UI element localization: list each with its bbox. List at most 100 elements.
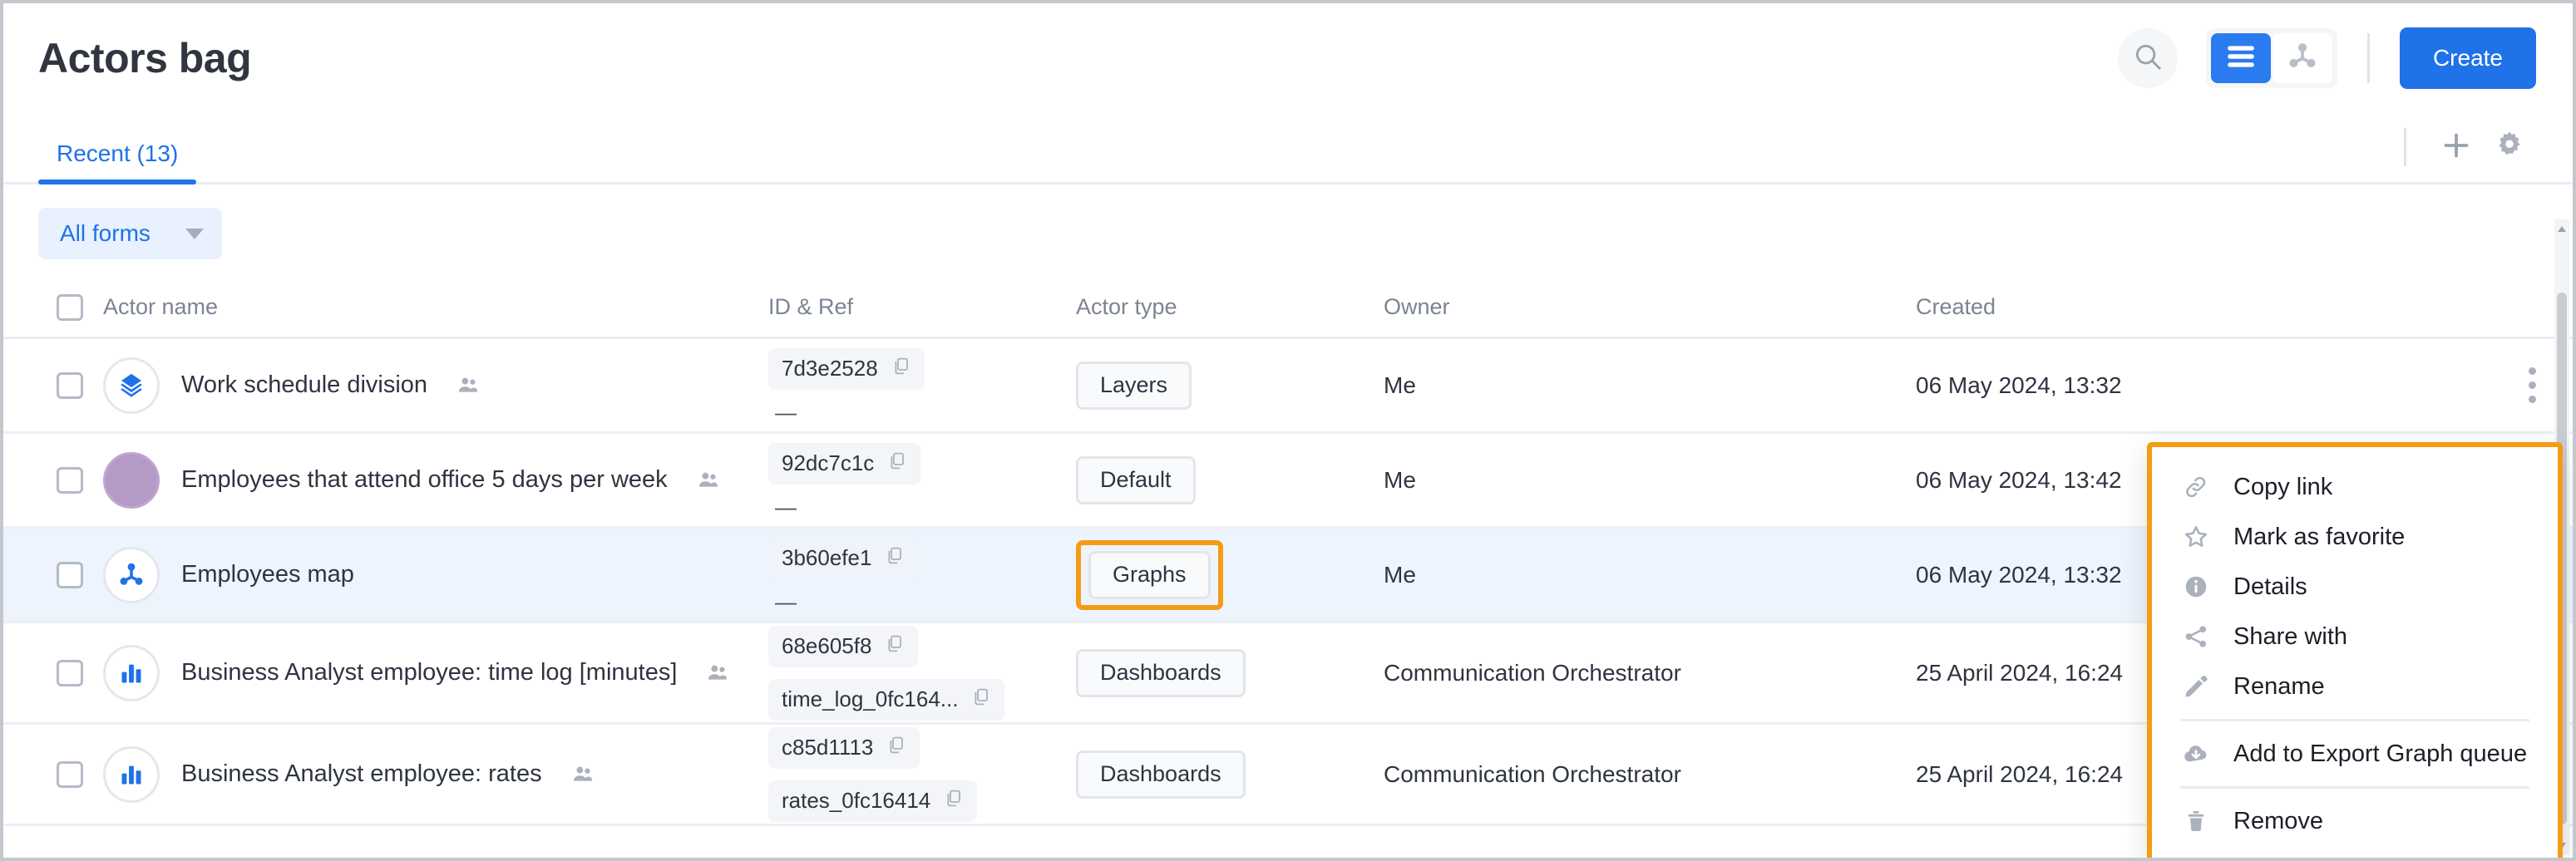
row-owner-cell: Me — [1384, 372, 1916, 399]
col-header-name[interactable]: Actor name — [103, 294, 768, 320]
trash-icon — [2180, 809, 2212, 834]
row-select-cell — [57, 760, 103, 788]
row-select-cell — [57, 561, 103, 588]
context-menu-item-add-to-export-graph-queue[interactable]: Add to Export Graph queue — [2152, 729, 2558, 779]
col-header-type[interactable]: Actor type — [1076, 294, 1384, 320]
row-id-cell: c85d1113 rates_0fc16414 — [768, 726, 1076, 822]
id-chip[interactable]: c85d1113 — [768, 726, 920, 769]
row-checkbox[interactable] — [57, 561, 83, 588]
row-name-label[interactable]: Business Analyst employee: rates — [181, 760, 542, 788]
copy-icon[interactable] — [971, 686, 991, 712]
actor-type-badge[interactable]: Graphs — [1088, 550, 1211, 599]
row-created-label: 25 April 2024, 16:24 — [1916, 659, 2124, 686]
context-menu-separator — [2180, 719, 2529, 721]
ref-placeholder: — — [775, 494, 797, 519]
copy-icon[interactable] — [885, 545, 905, 571]
filter-bar: All forms — [3, 184, 2573, 278]
ref-chip[interactable]: time_log_0fc164... — [768, 678, 1005, 721]
context-menu-item-mark-as-favorite[interactable]: Mark as favorite — [2152, 512, 2558, 562]
shared-users-icon — [572, 764, 594, 785]
page-title: Actors bag — [38, 35, 252, 81]
more-vertical-icon[interactable] — [2529, 367, 2536, 403]
select-all-cell — [57, 293, 103, 321]
context-menu-item-label: Details — [2233, 573, 2307, 600]
context-menu-item-label: Share with — [2233, 622, 2348, 650]
context-menu-item-details[interactable]: Details — [2152, 562, 2558, 612]
tab-recent[interactable]: Recent (13) — [38, 140, 197, 184]
actor-type-badge[interactable]: Default — [1076, 455, 1196, 504]
select-all-checkbox[interactable] — [57, 293, 83, 321]
row-checkbox[interactable] — [57, 371, 83, 399]
id-chip[interactable]: 68e605f8 — [768, 625, 919, 667]
col-header-owner[interactable]: Owner — [1384, 294, 1916, 320]
ref-placeholder: — — [775, 399, 797, 425]
tab-bar: Recent (13) — [3, 113, 2573, 184]
context-menu-item-label: Mark as favorite — [2233, 523, 2406, 550]
table-row[interactable]: Work schedule division 7d3e2528 — Layers… — [3, 339, 2573, 434]
col-header-created[interactable]: Created — [1916, 294, 2486, 320]
context-menu-item-copy-link[interactable]: Copy link — [2152, 462, 2558, 512]
row-created-cell: 06 May 2024, 13:32 — [1916, 372, 2486, 399]
id-chip[interactable]: 7d3e2528 — [768, 347, 925, 390]
scroll-up-arrow[interactable] — [2554, 221, 2569, 236]
row-checkbox[interactable] — [57, 659, 83, 686]
id-chip[interactable]: 3b60efe1 — [768, 537, 919, 579]
row-name-label[interactable]: Business Analyst employee: time log [min… — [181, 659, 677, 686]
row-name-cell: Employees that attend office 5 days per … — [103, 451, 768, 509]
context-menu-item-share-with[interactable]: Share with — [2152, 612, 2558, 662]
row-owner-label: Me — [1384, 561, 1416, 588]
context-menu-item-remove[interactable]: Remove — [2152, 796, 2558, 846]
tab-settings-button[interactable] — [2483, 121, 2536, 174]
table-header-row: Actor name ID & Ref Actor type Owner Cre… — [3, 278, 2573, 339]
col-header-owner-label: Owner — [1384, 294, 1450, 319]
context-menu-item-label: Copy link — [2233, 473, 2333, 500]
row-checkbox[interactable] — [57, 760, 83, 788]
row-name-label[interactable]: Work schedule division — [181, 371, 427, 399]
search-button[interactable] — [2117, 28, 2178, 88]
col-header-type-label: Actor type — [1076, 294, 1177, 319]
row-menu-cell — [2486, 367, 2536, 403]
copy-icon[interactable] — [891, 356, 911, 381]
row-type-cell: Dashboards — [1076, 750, 1384, 799]
copy-icon[interactable] — [885, 633, 905, 659]
row-id-cell: 92dc7c1c — — [768, 442, 1076, 519]
tab-tools — [2404, 121, 2536, 182]
row-checkbox[interactable] — [57, 466, 83, 494]
application-window: Actors bag Create Recent (13) All forms … — [0, 0, 2576, 861]
row-name-cell: Employees map — [103, 546, 768, 603]
row-created-label: 25 April 2024, 16:24 — [1916, 760, 2124, 787]
copy-icon[interactable] — [887, 450, 907, 476]
page-header: Actors bag Create — [3, 3, 2573, 113]
row-name-cell: Business Analyst employee: time log [min… — [103, 644, 768, 701]
actor-type-badge[interactable]: Dashboards — [1076, 750, 1246, 799]
shared-users-icon — [698, 470, 719, 491]
actor-type-badge[interactable]: Dashboards — [1076, 648, 1246, 697]
avatar — [103, 745, 160, 803]
row-type-cell: Graphs — [1076, 539, 1384, 610]
copy-icon[interactable] — [944, 788, 964, 814]
actor-type-badge[interactable]: Layers — [1076, 361, 1192, 410]
col-header-id[interactable]: ID & Ref — [768, 294, 1076, 320]
context-menu-item-label: Rename — [2233, 672, 2325, 700]
link-icon — [2180, 474, 2212, 500]
copy-icon[interactable] — [886, 735, 906, 760]
row-type-cell: Layers — [1076, 361, 1384, 410]
star-icon — [2180, 524, 2212, 550]
create-button[interactable]: Create — [2399, 27, 2536, 89]
col-header-created-label: Created — [1916, 294, 1996, 319]
row-name-label[interactable]: Employees that attend office 5 days per … — [181, 466, 668, 494]
context-menu-item-label: Remove — [2233, 807, 2323, 834]
ref-placeholder: — — [775, 588, 797, 614]
view-toggle-graph[interactable] — [2272, 33, 2332, 83]
all-forms-filter-dropdown[interactable]: All forms — [38, 208, 222, 259]
context-menu-item-rename[interactable]: Rename — [2152, 662, 2558, 711]
ref-chip[interactable]: rates_0fc16414 — [768, 780, 978, 822]
id-chip-label: 68e605f8 — [782, 633, 872, 658]
add-tab-button[interactable] — [2430, 121, 2483, 174]
row-name-label[interactable]: Employees map — [181, 561, 354, 588]
view-toggle-list[interactable] — [2210, 33, 2271, 83]
id-chip[interactable]: 92dc7c1c — [768, 442, 921, 485]
row-owner-cell: Me — [1384, 467, 1916, 494]
pencil-icon — [2180, 673, 2212, 700]
id-chip-label: 92dc7c1c — [782, 450, 875, 475]
